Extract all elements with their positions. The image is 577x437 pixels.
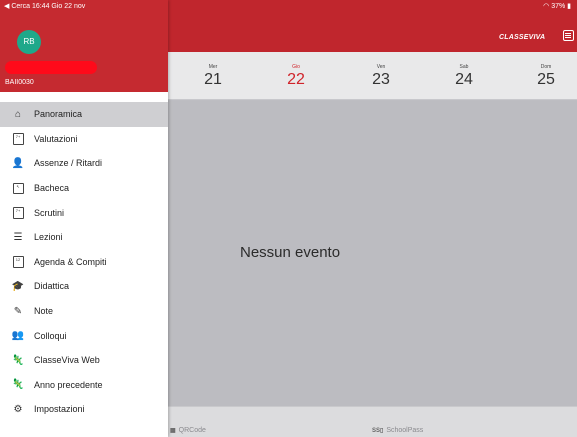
qrcode-button[interactable]: ▦ QRCode xyxy=(170,427,206,434)
menu-item-label: Assenze / Ritardi xyxy=(34,158,103,169)
menu-item-label: Agenda & Compiti xyxy=(34,256,107,267)
menu-item-lezioni[interactable]: ☰ Lezioni xyxy=(0,225,168,250)
menu-item-label: Note xyxy=(34,306,54,317)
menu-item-colloqui[interactable]: 👥 Colloqui xyxy=(0,323,168,348)
redacted-username xyxy=(5,61,97,74)
day-ven[interactable]: Ven 23 xyxy=(361,64,401,89)
menu-item-panoramica[interactable]: ⌂ Panoramica xyxy=(0,102,168,127)
menu-item-label: Didattica xyxy=(34,281,70,292)
menu-item-label: Impostazioni xyxy=(34,404,85,415)
events-area xyxy=(168,101,577,406)
day-number: 21 xyxy=(204,71,222,88)
report-icon: 7+ xyxy=(11,206,25,220)
drawer-status: ◀ Cerca 16:44 Gio 22 nov xyxy=(4,3,86,10)
schoolpass-button[interactable]: SS▯ SchoolPass xyxy=(372,427,423,434)
note-icon: ✎ xyxy=(13,305,23,317)
day-name: Ven xyxy=(376,64,386,70)
absences-icon: 👤 xyxy=(11,157,25,169)
user-code: BAII0030 xyxy=(5,79,34,86)
schoolpass-label: SchoolPass xyxy=(386,427,424,434)
day-mer[interactable]: Mer 21 xyxy=(193,64,233,89)
calendar-icon: 12 xyxy=(11,255,25,269)
side-drawer: ◀ Cerca 16:44 Gio 22 nov RB BAII0030 ⌂ P… xyxy=(0,0,168,437)
lessons-icon: ☰ xyxy=(13,231,23,243)
day-number: 22 xyxy=(287,71,305,88)
menu-item-classeviva-web[interactable]: 🦎 ClasseViva Web xyxy=(0,348,168,373)
day-number: 23 xyxy=(372,71,390,88)
day-sab[interactable]: Sab 24 xyxy=(444,64,484,89)
empty-message: Nessun evento xyxy=(240,244,341,261)
menu-item-didattica[interactable]: 🎓 Didattica xyxy=(0,274,168,299)
schoolpass-icon: SS▯ xyxy=(372,428,384,434)
menu-item-label: Anno precedente xyxy=(34,379,103,390)
graduation-cap-icon: 🎓 xyxy=(11,280,25,292)
menu-item-label: Lezioni xyxy=(34,232,63,243)
day-number: 25 xyxy=(537,71,555,88)
calendar-icon[interactable] xyxy=(563,30,574,41)
drawer-menu: ⌂ Panoramica 7+ Valutazioni 👤 Assenze / … xyxy=(0,102,168,422)
day-gio[interactable]: Gio 22 xyxy=(276,64,316,89)
day-name: Sab xyxy=(459,64,469,70)
menu-item-valutazioni[interactable]: 7+ Valutazioni xyxy=(0,127,168,152)
menu-item-scrutini[interactable]: 7+ Scrutini xyxy=(0,200,168,225)
grades-icon: 7+ xyxy=(11,132,25,146)
menu-item-agenda[interactable]: 12 Agenda & Compiti xyxy=(0,250,168,275)
qrcode-label: QRCode xyxy=(178,427,206,434)
week-selector: Mer 21 Gio 22 Ven 23 Sab 24 Dom 25 xyxy=(168,52,577,100)
menu-item-label: Colloqui xyxy=(34,330,67,341)
status-right: ◠ 37% ▮ xyxy=(543,2,571,10)
avatar[interactable]: RB xyxy=(17,30,41,54)
day-name: Dom xyxy=(540,64,552,70)
menu-item-note[interactable]: ✎ Note xyxy=(0,299,168,324)
home-icon: ⌂ xyxy=(14,108,22,120)
wifi-icon: ◠ xyxy=(543,3,552,10)
web-icon: 🦎 xyxy=(11,354,25,366)
menu-item-label: Scrutini xyxy=(34,207,65,218)
menu-item-impostazioni[interactable]: ⚙ Impostazioni xyxy=(0,397,168,422)
app-screen: ◀ Cerca 16:44 Gio 22 nov ◠ 37% ▮ CLASSEV… xyxy=(0,0,577,437)
menu-item-label: Panoramica xyxy=(34,109,83,120)
app-logo: CLASSEVIVA xyxy=(499,34,546,41)
qrcode-icon: ▦ xyxy=(170,428,176,434)
menu-item-label: Valutazioni xyxy=(34,133,78,144)
menu-item-bacheca[interactable]: ↖ Bacheca xyxy=(0,176,168,201)
menu-item-anno-precedente[interactable]: 🦎 Anno precedente xyxy=(0,373,168,398)
battery-icon: ▮ xyxy=(565,3,571,10)
day-name: Gio xyxy=(292,64,300,70)
menu-item-label: Bacheca xyxy=(34,183,70,194)
drawer-header: ◀ Cerca 16:44 Gio 22 nov RB BAII0030 xyxy=(0,0,168,92)
board-icon: ↖ xyxy=(11,181,25,195)
menu-item-assenze[interactable]: 👤 Assenze / Ritardi xyxy=(0,151,168,176)
people-icon: 👥 xyxy=(11,330,25,342)
day-dom[interactable]: Dom 25 xyxy=(526,64,566,89)
menu-item-label: ClasseViva Web xyxy=(34,355,100,366)
bottom-bar: ▦ QRCode SS▯ SchoolPass xyxy=(168,406,577,437)
day-name: Mer xyxy=(208,64,218,70)
day-number: 24 xyxy=(455,71,473,88)
settings-icon: ⚙ xyxy=(13,403,23,415)
previous-year-icon: 🦎 xyxy=(11,379,25,391)
battery-level: 37% xyxy=(551,3,566,10)
